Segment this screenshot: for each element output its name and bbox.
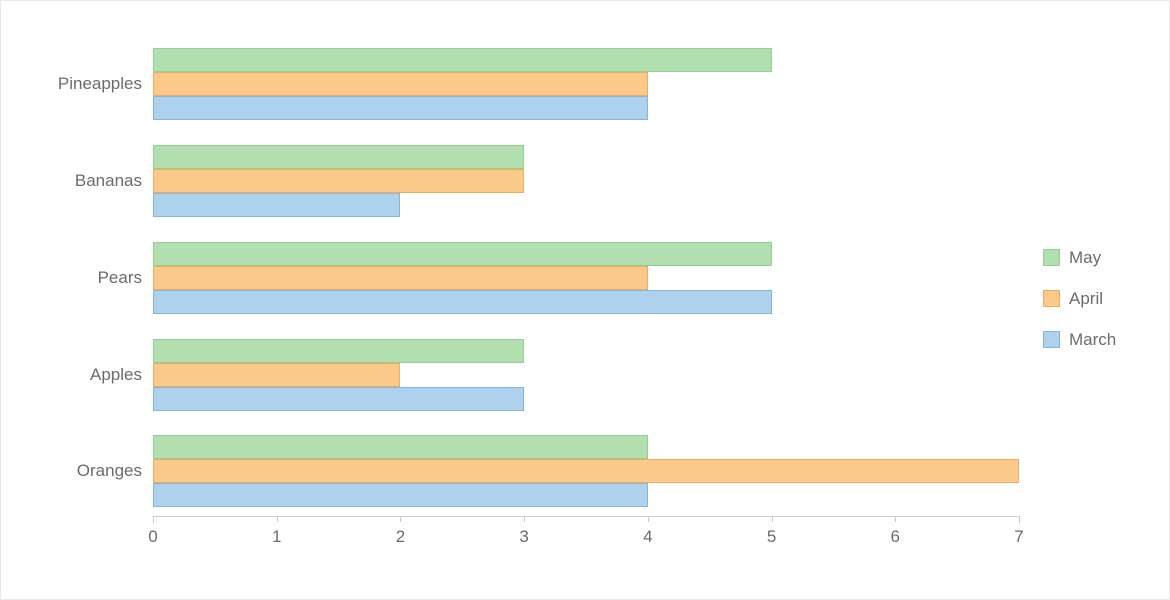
category-label-text: Oranges bbox=[76, 461, 142, 480]
x-tick-label-0: 0 bbox=[148, 527, 158, 546]
bar-bananas-may[interactable] bbox=[153, 145, 525, 169]
legend-item-label: March bbox=[1069, 330, 1117, 349]
x-tick-label-4: 4 bbox=[643, 527, 653, 546]
x-axis-end-cap bbox=[1019, 516, 1020, 523]
legend-item-label: May bbox=[1069, 248, 1102, 267]
chart-legend: May April March bbox=[1043, 237, 1116, 360]
category-label-text: Apples bbox=[90, 365, 142, 384]
bar-pears-may[interactable] bbox=[153, 242, 772, 266]
x-tick-mark-4 bbox=[647, 516, 649, 522]
legend-swatch-icon bbox=[1043, 290, 1060, 307]
legend-item-may[interactable]: May bbox=[1043, 237, 1116, 278]
category-label-text: Pears bbox=[97, 268, 142, 287]
category-label-text: Bananas bbox=[74, 171, 142, 190]
x-tick-mark-1 bbox=[276, 516, 278, 522]
legend-swatch-icon bbox=[1043, 249, 1060, 266]
x-tick-label-5: 5 bbox=[766, 527, 777, 546]
x-tick-mark-2 bbox=[400, 516, 402, 522]
legend-swatch-icon bbox=[1043, 331, 1060, 348]
x-tick-label-1: 1 bbox=[271, 527, 282, 546]
x-tick-mark-3 bbox=[524, 516, 526, 522]
x-tick-label-3: 3 bbox=[519, 527, 529, 546]
bar-pears-april[interactable] bbox=[153, 266, 648, 290]
x-tick-label-2: 2 bbox=[395, 527, 406, 546]
legend-item-label: April bbox=[1069, 289, 1104, 308]
plot-area: Pineapples Bananas Pears Apples Oranges bbox=[1, 1, 1169, 599]
x-tick-mark-6 bbox=[895, 516, 897, 522]
x-axis-start-cap bbox=[153, 516, 154, 523]
bar-chart: Pineapples Bananas Pears Apples Oranges 0 1 2 3… bbox=[0, 0, 1170, 600]
bar-bananas-april[interactable] bbox=[153, 169, 525, 193]
bar-apples-march[interactable] bbox=[153, 387, 525, 411]
legend-item-april[interactable]: April bbox=[1043, 278, 1116, 319]
bar-pears-march[interactable] bbox=[153, 290, 772, 314]
category-label-text: Pineapples bbox=[57, 74, 142, 93]
bar-pineapples-march[interactable] bbox=[153, 96, 648, 120]
bar-apples-may[interactable] bbox=[153, 339, 525, 363]
bar-oranges-may[interactable] bbox=[153, 435, 648, 459]
bar-pineapples-may[interactable] bbox=[153, 48, 772, 72]
x-tick-label-7: 7 bbox=[1014, 527, 1024, 546]
x-axis-line bbox=[153, 516, 1020, 517]
bar-oranges-april[interactable] bbox=[153, 459, 1019, 483]
bar-bananas-march[interactable] bbox=[153, 193, 401, 217]
bar-pineapples-april[interactable] bbox=[153, 72, 648, 96]
x-tick-label-6: 6 bbox=[890, 527, 901, 546]
bar-apples-april[interactable] bbox=[153, 363, 401, 387]
x-tick-mark-5 bbox=[771, 516, 773, 522]
bar-oranges-march[interactable] bbox=[153, 483, 648, 507]
legend-item-march[interactable]: March bbox=[1043, 319, 1116, 360]
